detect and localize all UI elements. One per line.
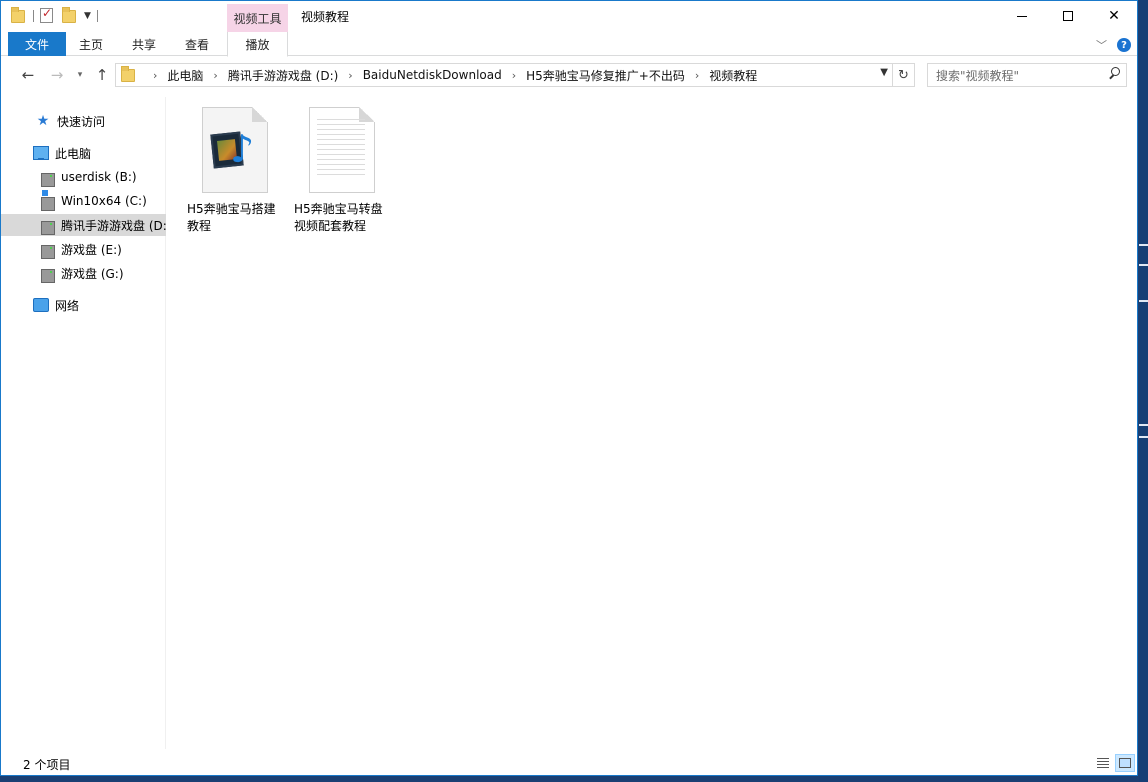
new-folder-icon[interactable] [62,7,78,25]
file-name: H5奔驰宝马搭建教程 [187,202,276,233]
sidebar-item-label: 网络 [55,298,80,313]
navigation-pane: ★ 快速访问 此电脑 userdisk (B:) Win10x64 (C:) 腾… [1,97,166,749]
chevron-right-icon[interactable]: › [512,69,516,82]
maximize-icon [1063,11,1073,21]
context-tab-label: 视频工具 [227,4,288,32]
file-list[interactable]: ♪ H5奔驰宝马搭建教程 H5奔驰宝马转盘视频配套教程 [167,97,1131,749]
large-icons-view-button[interactable] [1115,754,1135,772]
tab-file[interactable]: 文件 [8,32,66,56]
details-view-icon [1097,758,1109,768]
customize-qat-chevron-icon[interactable]: ▼ [84,11,91,21]
arrow-up-icon: ↑ [95,66,109,84]
breadcrumb-h5-folder[interactable]: H5奔驰宝马修复推广+不出码 [526,67,685,84]
back-button[interactable]: ← [17,65,39,85]
breadcrumb-this-pc[interactable]: 此电脑 [167,67,203,84]
chevron-right-icon[interactable]: › [153,69,157,82]
folder-icon [11,7,27,25]
sidebar-item-drive-b[interactable]: userdisk (B:) [1,166,166,188]
folder-icon [121,65,135,82]
file-item[interactable]: ♪ H5奔驰宝马搭建教程 [187,105,283,235]
close-icon: ✕ [1108,8,1120,24]
sidebar-item-this-pc[interactable]: 此电脑 [1,142,166,164]
search-icon[interactable] [1108,67,1120,79]
ribbon-controls: ﹀ ? [1096,37,1131,53]
window-title: 视频教程 [301,10,350,24]
navigation-bar: ← → ▾ ↑ › 此电脑 › 腾讯手游游戏盘 (D:) › BaiduNetd… [1,57,1137,93]
sidebar-item-label: Win10x64 (C:) [61,194,147,208]
sidebar-item-network[interactable]: 网络 [1,294,166,316]
sidebar-item-label: 游戏盘 (E:) [61,242,122,257]
drive-icon [41,173,55,187]
arrow-right-icon: → [50,66,64,84]
expand-ribbon-chevron-icon[interactable]: ﹀ [1096,37,1107,53]
arrow-left-icon: ← [21,66,35,84]
close-button[interactable]: ✕ [1091,1,1137,31]
sidebar-item-drive-g[interactable]: 游戏盘 (G:) [1,262,166,284]
computer-icon [33,146,49,160]
sidebar-item-label: userdisk (B:) [61,170,137,184]
breadcrumb-video-tutorials[interactable]: 视频教程 [709,67,757,84]
sidebar-item-label: 游戏盘 (G:) [61,266,124,281]
title-bar: ▼ 视频工具 视频教程 ✕ [1,1,1137,32]
video-file-icon: ♪ [202,107,268,193]
quick-access-toolbar: ▼ [11,6,104,25]
sidebar-item-label: 快速访问 [57,114,106,129]
drive-icon [41,221,55,235]
breadcrumb-drive-d[interactable]: 腾讯手游游戏盘 (D:) [228,67,338,84]
search-input[interactable]: 搜索"视频教程" [927,63,1127,87]
up-button[interactable]: ↑ [91,65,113,85]
search-placeholder: 搜索"视频教程" [936,68,1020,83]
drive-icon [41,245,55,259]
details-view-button[interactable] [1093,754,1113,772]
chevron-right-icon[interactable]: › [348,69,352,82]
tab-view[interactable]: 查看 [175,32,219,56]
desktop-background [1139,0,1148,782]
tab-play[interactable]: 播放 [227,32,288,57]
file-name: H5奔驰宝马转盘视频配套教程 [294,202,383,233]
windows-drive-icon [41,190,55,211]
sidebar-item-label: 腾讯手游游戏盘 (D:) [61,218,166,233]
address-bar[interactable]: › 此电脑 › 腾讯手游游戏盘 (D:) › BaiduNetdiskDownl… [115,63,915,87]
star-icon: ★ [36,113,50,129]
refresh-button[interactable]: ↻ [892,64,914,86]
sidebar-item-label: 此电脑 [55,146,92,161]
recent-locations-button[interactable]: ▾ [73,65,87,85]
properties-icon[interactable] [40,6,56,25]
status-bar: 2 个项目 [1,751,1137,775]
file-item[interactable]: H5奔驰宝马转盘视频配套教程 [294,105,390,235]
large-icons-view-icon [1119,758,1131,768]
chevron-right-icon[interactable]: › [213,69,217,82]
forward-button[interactable]: → [46,65,68,85]
item-count: 2 个项目 [23,758,71,772]
refresh-icon: ↻ [898,67,909,83]
sidebar-item-quick-access[interactable]: ★ 快速访问 [1,110,166,132]
minimize-icon [1017,15,1027,17]
explorer-window: ▼ 视频工具 视频教程 ✕ 文件 主页 共享 查看 播放 ﹀ ? ← → ▾ ↑… [0,0,1138,776]
tab-home[interactable]: 主页 [69,32,113,56]
minimize-button[interactable] [999,1,1045,31]
sidebar-item-drive-c[interactable]: Win10x64 (C:) [1,190,166,212]
sidebar-item-drive-d[interactable]: 腾讯手游游戏盘 (D:) [1,214,166,236]
address-dropdown-chevron-icon[interactable]: ▼ [880,67,888,78]
maximize-button[interactable] [1045,1,1091,31]
network-icon [33,298,49,312]
chevron-right-icon[interactable]: › [695,69,699,82]
help-icon[interactable]: ? [1117,38,1131,52]
breadcrumb-baidu-download[interactable]: BaiduNetdiskDownload [363,68,502,82]
tab-share[interactable]: 共享 [122,32,166,56]
text-file-icon [309,107,375,193]
sidebar-item-drive-e[interactable]: 游戏盘 (E:) [1,238,166,260]
separator [33,10,34,22]
drive-icon [41,269,55,283]
separator [96,10,98,22]
chevron-down-icon: ▾ [77,70,83,80]
ribbon-tabs: 文件 主页 共享 查看 播放 ﹀ ? [1,32,1137,57]
